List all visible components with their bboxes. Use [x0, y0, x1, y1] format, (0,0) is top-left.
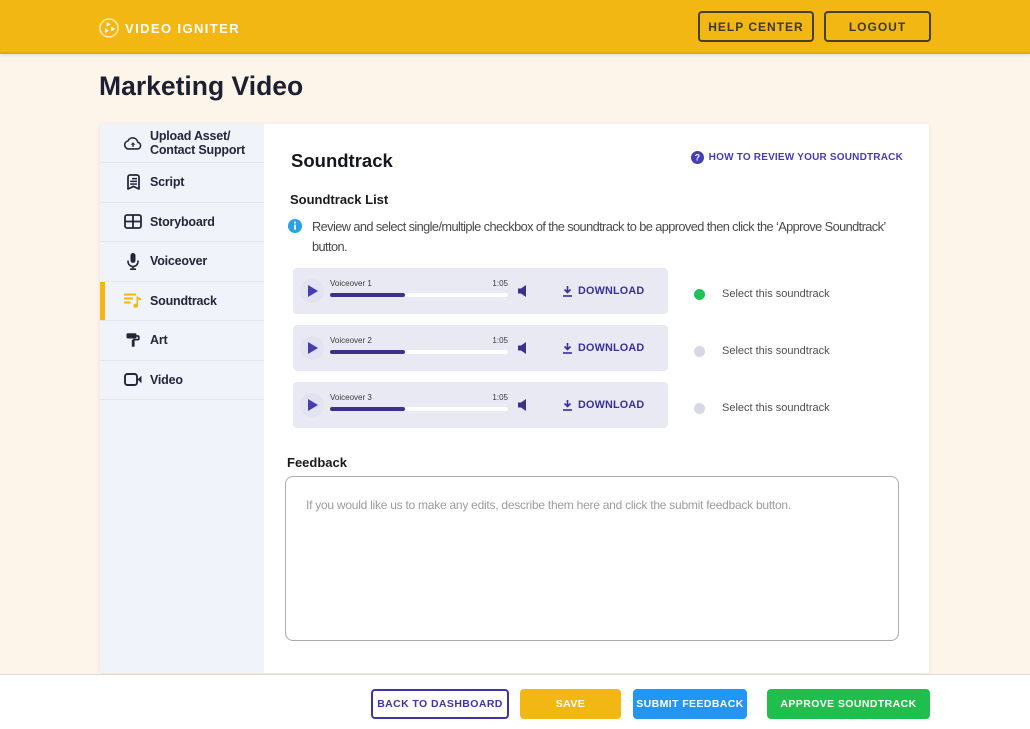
- svg-text:?: ?: [694, 153, 700, 163]
